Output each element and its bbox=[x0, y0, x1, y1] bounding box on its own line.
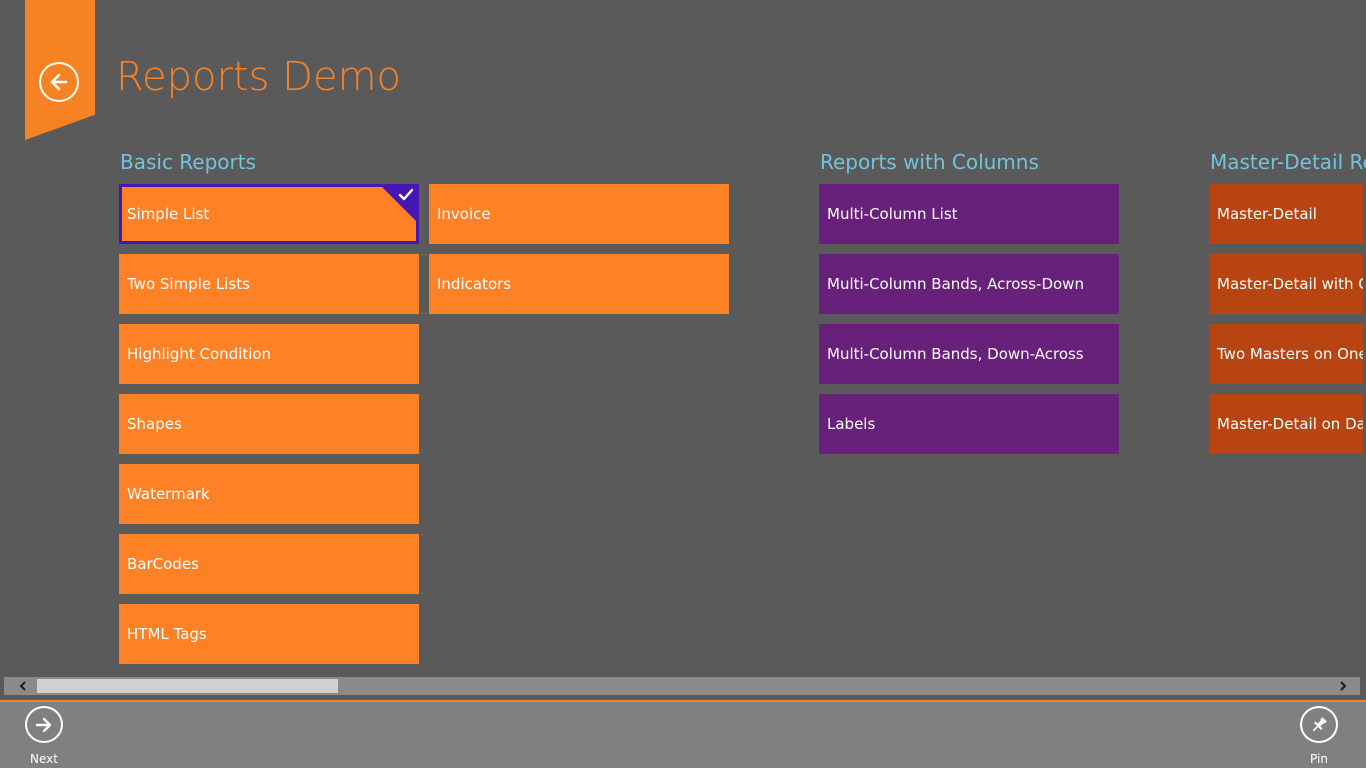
back-button[interactable] bbox=[25, 0, 95, 140]
app-bar: Next Pin bbox=[0, 700, 1366, 768]
tile-label: Two Simple Lists bbox=[127, 275, 250, 293]
next-button[interactable]: Next bbox=[14, 706, 74, 766]
tile-label: HTML Tags bbox=[127, 625, 207, 643]
tile-barcodes[interactable]: BarCodes bbox=[119, 534, 419, 594]
group-header-master-detail: Master-Detail Rep bbox=[1210, 150, 1366, 174]
tile-invoice[interactable]: Invoice bbox=[429, 184, 729, 244]
tile-simple-list[interactable]: Simple List bbox=[119, 184, 419, 244]
tile-label: Multi-Column Bands, Down-Across bbox=[827, 345, 1084, 363]
chevron-left-icon[interactable] bbox=[12, 677, 34, 695]
tile-label: Master-Detail on Data bbox=[1217, 415, 1363, 433]
page-title: Reports Demo bbox=[116, 54, 401, 100]
scrollbar-thumb[interactable] bbox=[37, 679, 338, 693]
tile-label: Shapes bbox=[127, 415, 182, 433]
tile-label: Highlight Condition bbox=[127, 345, 272, 363]
tile-multi-column-bands-across-down[interactable]: Multi-Column Bands, Across-Down bbox=[819, 254, 1119, 314]
chevron-right-icon[interactable] bbox=[1332, 677, 1354, 695]
tile-label: Invoice bbox=[437, 205, 491, 223]
arrow-left-icon bbox=[39, 62, 79, 102]
next-label: Next bbox=[30, 752, 58, 766]
pin-icon bbox=[1300, 706, 1338, 743]
tile-two-masters-on-one[interactable]: Two Masters on One D bbox=[1209, 324, 1363, 384]
pin-button[interactable]: Pin bbox=[1289, 706, 1349, 766]
arrow-right-icon bbox=[25, 706, 63, 743]
check-icon bbox=[398, 188, 414, 201]
pin-label: Pin bbox=[1310, 752, 1328, 766]
tile-label: Two Masters on One D bbox=[1217, 345, 1363, 363]
tile-label: Multi-Column List bbox=[827, 205, 958, 223]
tile-multi-column-list[interactable]: Multi-Column List bbox=[819, 184, 1119, 244]
tile-master-detail-on-data[interactable]: Master-Detail on Data bbox=[1209, 394, 1363, 454]
tile-label: Master-Detail with Col bbox=[1217, 275, 1363, 293]
tile-label: Multi-Column Bands, Across-Down bbox=[827, 275, 1084, 293]
tile-label: BarCodes bbox=[127, 555, 199, 573]
horizontal-scrollbar[interactable] bbox=[4, 677, 1360, 695]
tile-indicators[interactable]: Indicators bbox=[429, 254, 729, 314]
group-header-reports-with-columns: Reports with Columns bbox=[820, 150, 1039, 174]
tile-label: Labels bbox=[827, 415, 876, 433]
tile-highlight-condition[interactable]: Highlight Condition bbox=[119, 324, 419, 384]
tile-label: Watermark bbox=[127, 485, 210, 503]
tile-master-detail[interactable]: Master-Detail bbox=[1209, 184, 1363, 244]
tile-label: Master-Detail bbox=[1217, 205, 1317, 223]
tile-master-detail-with-columns[interactable]: Master-Detail with Col bbox=[1209, 254, 1363, 314]
tile-label: Simple List bbox=[127, 205, 210, 223]
app-window: Reports Demo Basic Reports Simple List T… bbox=[0, 0, 1366, 768]
tile-shapes[interactable]: Shapes bbox=[119, 394, 419, 454]
tile-watermark[interactable]: Watermark bbox=[119, 464, 419, 524]
tile-labels[interactable]: Labels bbox=[819, 394, 1119, 454]
tile-html-tags[interactable]: HTML Tags bbox=[119, 604, 419, 664]
tile-multi-column-bands-down-across[interactable]: Multi-Column Bands, Down-Across bbox=[819, 324, 1119, 384]
tile-label: Indicators bbox=[437, 275, 512, 293]
group-header-basic-reports: Basic Reports bbox=[120, 150, 257, 174]
tile-two-simple-lists[interactable]: Two Simple Lists bbox=[119, 254, 419, 314]
